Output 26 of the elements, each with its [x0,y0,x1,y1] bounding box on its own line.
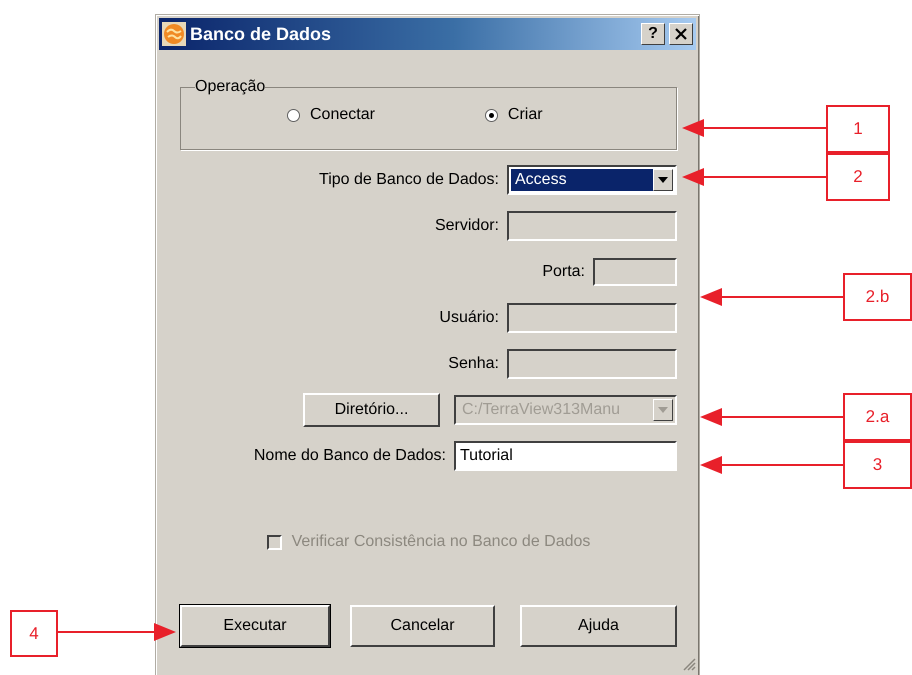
group-label: Operação [195,78,266,96]
close-button[interactable] [669,23,693,45]
resize-grip-icon [682,657,696,671]
input-field[interactable]: Tutorial [454,441,677,471]
field-label: Porta: [542,263,585,281]
callout-number: 2 [826,153,890,201]
field-label: Nome do Banco de Dados: [254,447,446,465]
close-icon [675,28,687,40]
window-title: Banco de Dados [190,24,332,44]
callout-number: 3 [843,441,912,489]
callout-number: 2.b [843,273,912,321]
database-type-dropdown[interactable]: Access [507,165,677,195]
field-label: Senha: [448,355,499,373]
callout-number: 1 [826,105,890,153]
field-label: Tipo de Banco de Dados: [319,171,499,189]
callout-number: 2.a [843,393,912,441]
help-button[interactable]: ? [641,23,665,45]
dialog-button[interactable]: Executar [180,605,330,647]
globe-icon [162,22,186,46]
field-label: Usuário: [439,309,499,327]
radio-option[interactable]: Conectar [287,106,375,124]
callout-number: 4 [10,610,58,657]
radio-option[interactable]: Criar [484,106,543,124]
dialog-button[interactable]: Ajuda [520,605,677,647]
dialog-button[interactable]: Cancelar [350,605,495,647]
field-label: Servidor: [434,217,499,235]
